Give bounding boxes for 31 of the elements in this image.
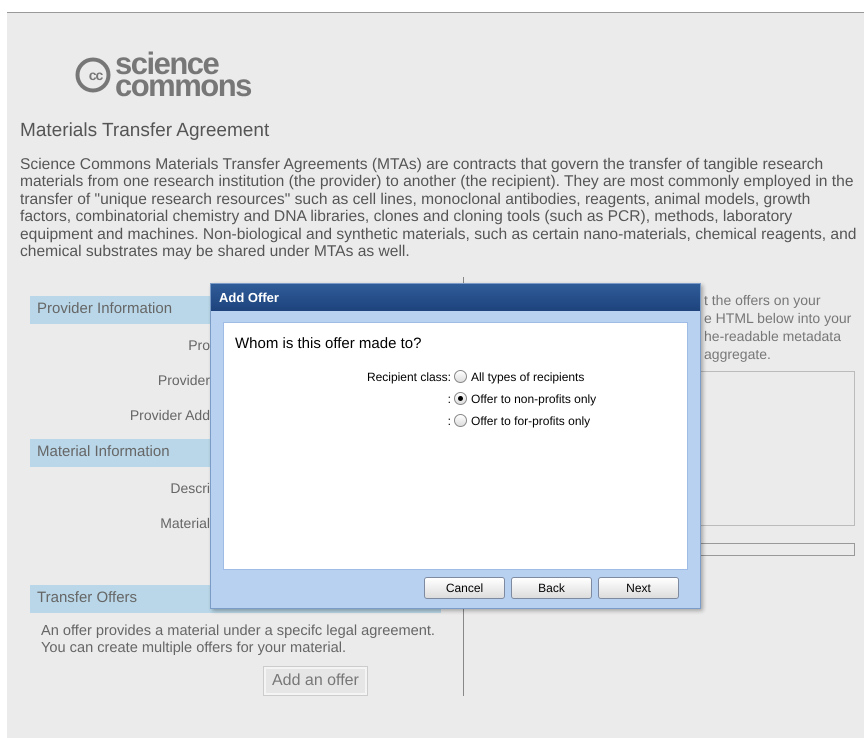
radio-button[interactable] (454, 414, 467, 427)
cc-logo-icon (75, 57, 111, 93)
page-title: Materials Transfer Agreement (20, 119, 270, 143)
radio-option[interactable]: Offer to non-profits only (454, 390, 596, 408)
field-label: Material (160, 514, 210, 532)
radio-option[interactable]: Offer to for-profits only (454, 412, 590, 430)
radio-button[interactable] (454, 392, 467, 405)
dialog-button[interactable]: Cancel (424, 577, 505, 599)
logo-text: science (115, 53, 219, 75)
intro-paragraph: Science Commons Materials Transfer Agreements (MTAs) are contracts that govern the transfer of tangible research materials from one research institution (the provider) to another (the recipient). They are most commonly employed in the transfer of "unique research resources" such as cell lines, monoclonal antibodies, reagents, animal models, growth factors, combinatorial chemistry and DNA libraries, clones and cloning tools (such as PCR), methods, laboratory equipment and machines. Non-biological and synthetic materials, such as certain nano-materials, chemical reagents, and chemical substrates may be shared under MTAs as well. (20, 156, 858, 260)
dialog-button[interactable]: Back (511, 577, 592, 599)
instructions-text: t the offers on your (704, 290, 822, 308)
radio-prefix: : (446, 390, 452, 408)
radio-button[interactable] (454, 370, 467, 383)
logo-badge-text: cc (88, 66, 104, 84)
offers-description: An offer provides a material under a specifc legal agreement. You can create multiple offers for your material. (41, 622, 436, 656)
logo-text: commons (115, 75, 251, 97)
instructions-text: e HTML below into your (704, 308, 852, 326)
field-label: Provider Add (130, 406, 210, 424)
dialog-question: Whom is this offer made to? (235, 334, 422, 354)
radio-prefix: : (446, 412, 452, 430)
field-label: Descri (170, 478, 210, 498)
field-label: Provider (158, 370, 210, 390)
radio-prefix: Recipient class: (366, 368, 452, 386)
add-offer-button[interactable]: Add an offer (263, 666, 368, 696)
instructions-text: aggregate. (704, 344, 772, 362)
dialog-button[interactable]: Next (598, 577, 679, 599)
radio-option[interactable]: All types of recipients (454, 368, 584, 386)
field-label: Pro (188, 336, 210, 354)
dialog-title: Add Offer (211, 284, 700, 311)
instructions-text: he-readable metadata (704, 326, 842, 344)
